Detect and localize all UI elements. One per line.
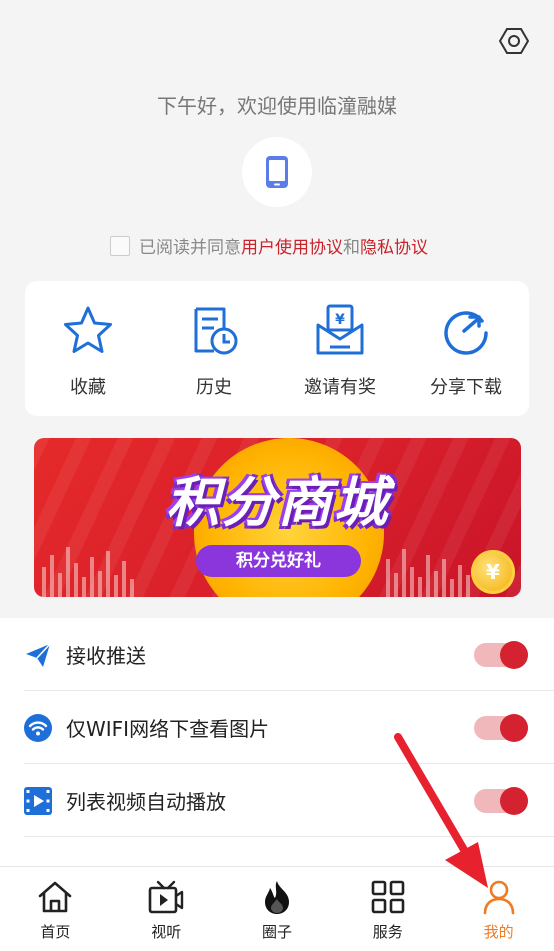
tab-label: 圈子 [261,923,292,941]
tab-label: 视听 [151,923,182,941]
setting-label: 仅WIFI网络下查看图片 [66,717,270,741]
grid-icon [371,880,405,914]
quick-action-favorites[interactable]: 收藏 [25,281,151,416]
setting-label: 接收推送 [66,644,146,668]
bottom-tab-bar: 首页 视听 圈子 服务 我的 [0,866,554,951]
star-icon [64,306,112,353]
agreement-prefix: 已阅读并同意 [139,238,241,258]
home-icon [39,881,72,913]
banner-subtitle: 积分兑好礼 [196,545,361,577]
history-icon [194,307,238,355]
autoplay-toggle[interactable] [474,786,528,815]
coin-icon: ¥ [471,550,515,594]
svg-text:¥: ¥ [335,312,345,328]
quick-action-label: 邀请有奖 [304,377,376,398]
tab-av[interactable]: 视听 [111,867,222,951]
phone-icon [266,156,288,188]
points-mall-banner[interactable]: 积分商城 积分兑好礼 ¥ [34,438,521,597]
setting-row-autoplay: 列表视频自动播放 [0,764,554,837]
banner-title: 积分商城 [165,471,390,534]
tab-label: 我的 [483,923,514,941]
video-icon [24,786,52,815]
agreement-row: 已阅读并同意 用户使用协议 和 隐私协议 [110,233,428,258]
settings-list: 接收推送 仅WIFI网络下查看图片 列表视频自动播放 [0,618,554,878]
greeting-text: 下午好，欢迎使用临潼融媒 [157,94,397,118]
tab-mine[interactable]: 我的 [443,867,554,951]
tab-services[interactable]: 服务 [332,867,443,951]
invite-envelope-icon: ¥ [316,304,364,355]
setting-row-push: 接收推送 [0,618,554,691]
toggle-knob [500,713,528,742]
tab-home[interactable]: 首页 [0,867,111,951]
phone-login-button[interactable] [242,137,312,207]
agreement-and: 和 [343,238,360,258]
tab-circle[interactable]: 圈子 [222,867,333,951]
toggle-knob [500,786,528,815]
wifi-icon [24,713,52,742]
quick-action-label: 收藏 [70,377,106,398]
gear-icon [498,28,530,54]
user-icon [483,880,514,915]
tv-icon [148,880,184,914]
quick-action-history[interactable]: 历史 [151,281,277,416]
toggle-knob [500,640,528,669]
send-icon [26,642,51,667]
flame-icon [264,881,289,914]
quick-action-share[interactable]: 分享下载 [403,281,529,416]
quick-action-invite[interactable]: ¥ 邀请有奖 [277,281,403,416]
share-icon [444,311,488,355]
quick-action-label: 分享下载 [430,377,502,398]
settings-button[interactable] [498,26,530,56]
push-toggle[interactable] [474,640,528,669]
privacy-link[interactable]: 隐私协议 [360,233,428,258]
setting-label: 列表视频自动播放 [66,790,226,814]
quick-action-label: 历史 [196,377,232,398]
user-agreement-link[interactable]: 用户使用协议 [241,233,343,258]
quick-actions-card: 收藏 历史 ¥ 邀请有奖 分享下载 [25,281,529,416]
divider [24,836,554,837]
agreement-checkbox[interactable] [110,235,130,256]
tab-label: 首页 [40,923,71,941]
wifi-images-toggle[interactable] [474,713,528,742]
setting-row-wifi-images: 仅WIFI网络下查看图片 [0,691,554,764]
tab-label: 服务 [372,923,403,941]
